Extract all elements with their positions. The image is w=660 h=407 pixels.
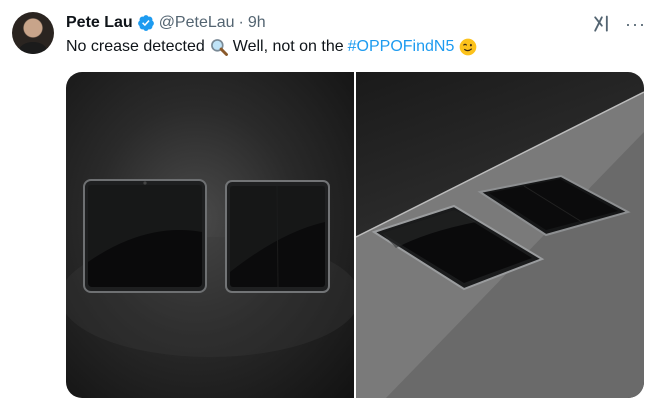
post-header: Pete Lau @PeteLau · 9h: [66, 12, 266, 34]
author-handle[interactable]: @PeteLau: [159, 14, 235, 32]
phones-front-illustration: [66, 179, 354, 357]
post-actions: ···: [591, 14, 646, 34]
media-grid: [66, 72, 644, 398]
winking-face-emoji: [460, 38, 477, 56]
author-name[interactable]: Pete Lau: [66, 14, 133, 32]
media-image-1[interactable]: [66, 72, 354, 398]
separator-dot: ·: [238, 14, 244, 31]
verified-badge-icon: [137, 15, 154, 31]
grok-icon[interactable]: [591, 14, 611, 34]
post-text-part2: Well, not on the: [232, 38, 344, 55]
phones-angled-illustration: [356, 91, 644, 398]
more-icon[interactable]: ···: [625, 15, 646, 33]
magnifying-glass-emoji: [210, 39, 228, 56]
post-timestamp[interactable]: 9h: [248, 14, 266, 32]
avatar[interactable]: [12, 12, 54, 54]
post-text: No crease detected Well, not on the #OPP…: [66, 37, 478, 57]
post-text-part1: No crease detected: [66, 38, 205, 55]
media-image-2[interactable]: [356, 72, 644, 398]
hashtag-link[interactable]: #OPPOFindN5: [348, 37, 455, 57]
